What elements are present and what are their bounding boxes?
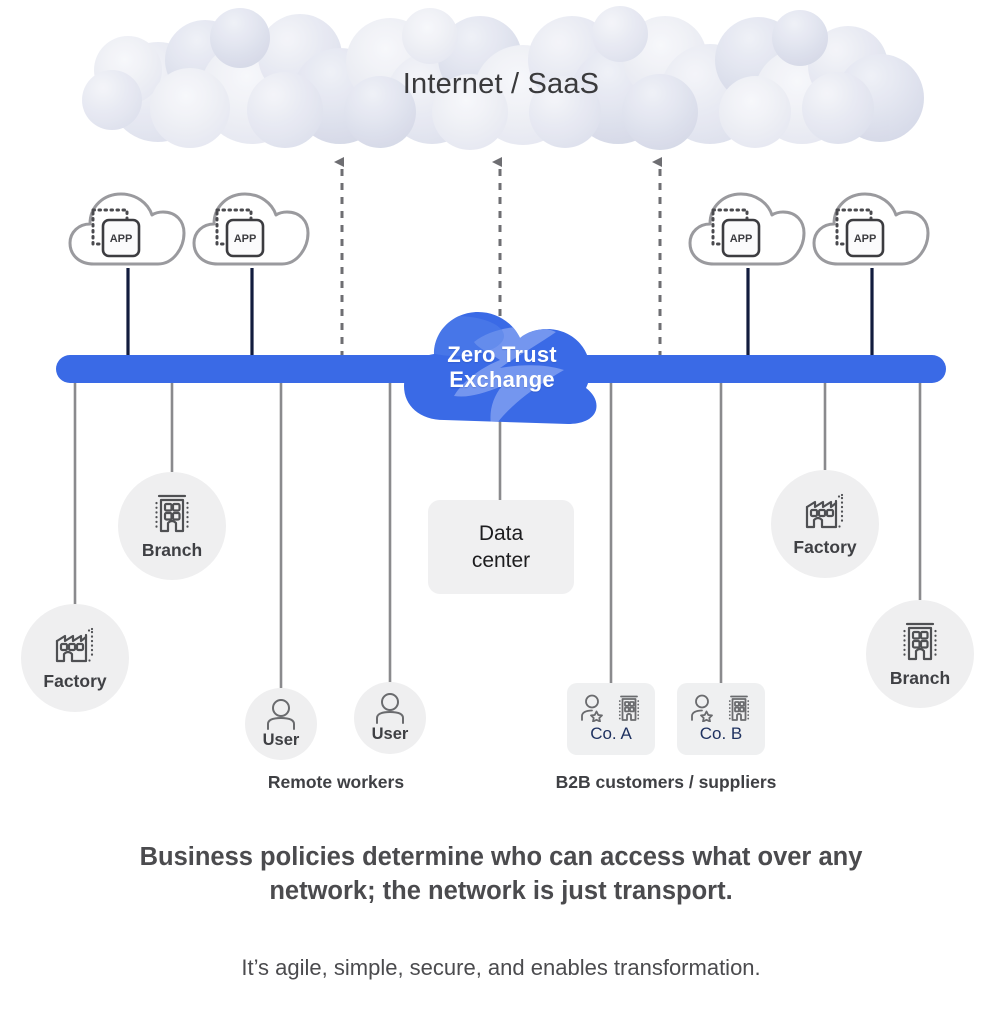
node-label: Factory xyxy=(43,671,107,691)
node-factory-left[interactable]: Factory xyxy=(21,604,129,712)
zero-trust-exchange-node[interactable]: Zero Trust Exchange xyxy=(396,302,608,434)
partner-user-star-icon xyxy=(580,694,603,722)
node-label: Branch xyxy=(889,668,951,688)
company-building-icon xyxy=(728,695,749,721)
caption-remote-workers: Remote workers xyxy=(267,772,405,792)
partner-user-star-icon xyxy=(690,694,713,722)
zt-label-line2: Exchange xyxy=(449,367,555,392)
app-box-label: APP xyxy=(110,233,133,245)
node-label: Branch xyxy=(141,540,203,560)
app-cloud-1[interactable]: APP xyxy=(66,180,188,272)
data-center-line1: Data xyxy=(478,522,524,545)
app-box-label: APP xyxy=(234,233,257,245)
company-building-icon xyxy=(618,695,639,721)
node-factory-right[interactable]: Factory xyxy=(771,470,879,578)
node-user-1[interactable]: User xyxy=(245,688,317,760)
node-label: User xyxy=(371,725,409,743)
node-branch-right[interactable]: Branch xyxy=(866,600,974,708)
footer-subline: It’s agile, simple, secure, and enables … xyxy=(241,955,761,980)
caption-b2b: B2B customers / suppliers xyxy=(555,772,777,792)
app-cloud-4[interactable]: APP xyxy=(810,180,932,272)
app-box-label: APP xyxy=(854,233,877,245)
b2b-icon-group xyxy=(689,694,754,722)
node-user-2[interactable]: User xyxy=(354,682,426,754)
branch-building-icon xyxy=(155,494,189,533)
data-center-line2: center xyxy=(471,549,531,572)
node-data-center[interactable]: Data center xyxy=(428,500,574,594)
b2b-icon-group xyxy=(579,694,644,722)
zero-trust-exchange-label: Zero Trust Exchange xyxy=(396,342,608,392)
node-co-a[interactable]: Co. A xyxy=(567,683,655,755)
factory-icon xyxy=(805,493,844,529)
node-label: Factory xyxy=(793,537,857,557)
node-co-b[interactable]: Co. B xyxy=(677,683,765,755)
data-center-label: Data center xyxy=(472,520,530,574)
branch-building-icon xyxy=(903,622,937,661)
app-box-label: APP xyxy=(730,233,753,245)
footer-headline-line1: Business policies determine who can acce… xyxy=(139,843,863,871)
app-cloud-2[interactable]: APP xyxy=(190,180,312,272)
user-person-icon xyxy=(376,693,404,724)
node-branch-left[interactable]: Branch xyxy=(118,472,226,580)
internet-saas-label: Internet / SaaS xyxy=(402,68,600,100)
footer-headline-line2: network; the network is just transport. xyxy=(269,877,733,905)
factory-icon xyxy=(55,627,94,663)
diagram-canvas: Internet / SaaS APP APP APP APP Zero Tru… xyxy=(0,0,1002,1024)
b2b-label: Co. B xyxy=(699,724,743,743)
footer-headline: Business policies determine who can acce… xyxy=(60,840,942,908)
node-label: User xyxy=(262,731,300,749)
user-person-icon xyxy=(267,699,295,730)
b2b-label: Co. A xyxy=(590,724,632,743)
app-cloud-3[interactable]: APP xyxy=(686,180,808,272)
zt-label-line1: Zero Trust xyxy=(447,342,557,367)
